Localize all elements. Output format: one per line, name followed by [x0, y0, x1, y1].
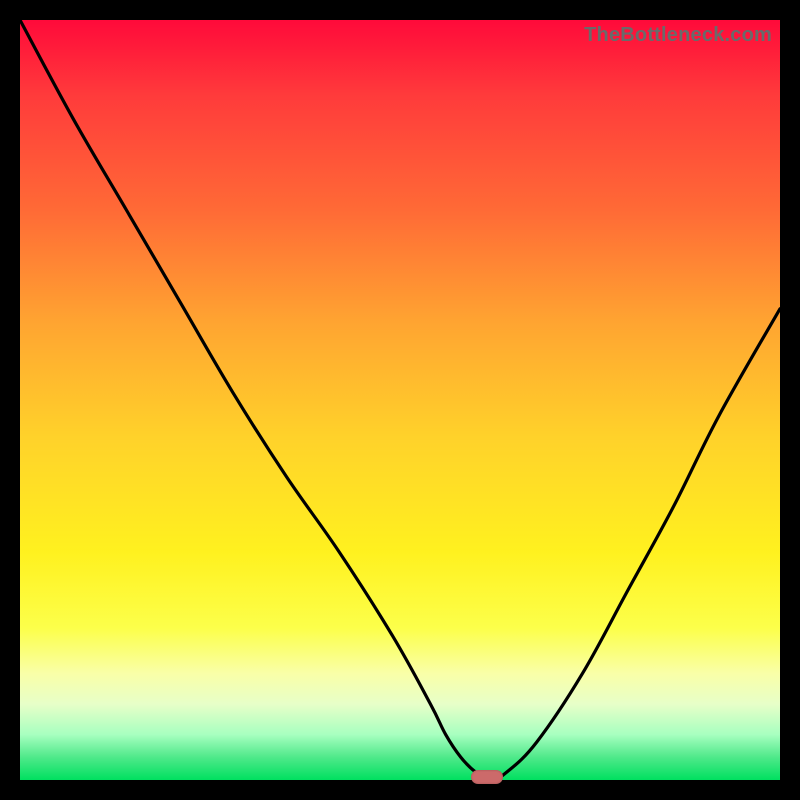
bottleneck-curve	[20, 20, 780, 780]
chart-frame: TheBottleneck.com	[0, 0, 800, 800]
plot-area: TheBottleneck.com	[20, 20, 780, 780]
optimum-marker	[471, 770, 503, 784]
